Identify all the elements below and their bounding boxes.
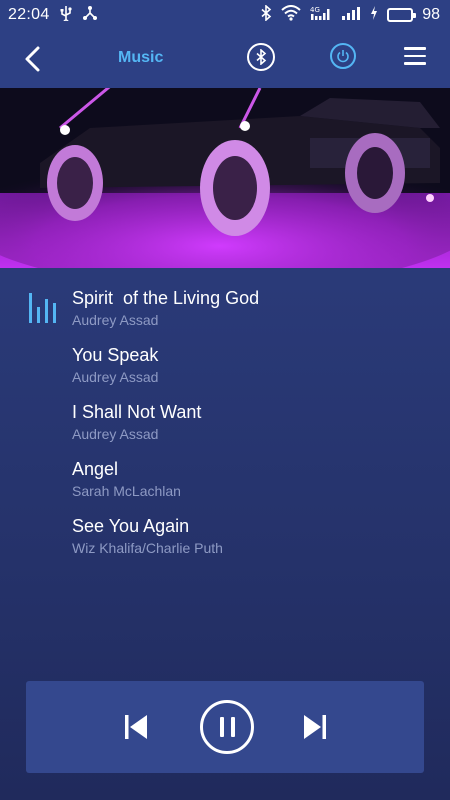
song-item[interactable]: Angel Sarah McLachlan — [0, 456, 450, 513]
song-title: You Speak — [72, 345, 159, 365]
song-artist: Audrey Assad — [72, 312, 159, 328]
signal-icon — [341, 5, 361, 26]
power-button[interactable] — [330, 43, 356, 69]
4g-signal-icon: 4G — [310, 5, 332, 26]
song-title: I Shall Not Want — [72, 402, 202, 422]
battery-level: 98 — [422, 6, 440, 23]
bluetooth-button[interactable] — [247, 43, 275, 71]
menu-button[interactable] — [404, 47, 426, 67]
app-header: Music — [0, 30, 450, 88]
song-artist: Sarah McLachlan — [72, 483, 181, 499]
battery-group: 98 — [387, 6, 440, 24]
song-item[interactable]: See You Again Wiz Khalifa/Charlie Puth — [0, 513, 450, 570]
battery-icon — [387, 8, 417, 22]
pause-icon-bar — [230, 717, 235, 737]
status-left: 22:04 — [8, 5, 98, 26]
song-title: Spirit of the Living God — [72, 288, 260, 308]
next-icon — [304, 715, 326, 739]
usb-icon — [59, 5, 73, 26]
status-bar: 22:04 4G 98 — [0, 0, 450, 30]
song-artist: Audrey Assad — [72, 369, 159, 385]
back-icon — [25, 46, 40, 72]
menu-icon-line — [404, 47, 426, 50]
charging-icon — [370, 5, 378, 25]
share-icon — [82, 5, 98, 26]
status-right: 4G 98 — [260, 3, 440, 26]
power-icon — [337, 50, 349, 63]
song-item[interactable]: I Shall Not Want Audrey Assad — [0, 399, 450, 456]
page-title: Music — [118, 49, 164, 66]
back-button[interactable] — [20, 44, 46, 74]
wifi-icon — [281, 4, 301, 26]
previous-icon — [125, 715, 147, 739]
menu-icon-line — [404, 62, 426, 65]
bluetooth-icon — [256, 49, 267, 65]
status-time: 22:04 — [8, 6, 50, 23]
song-title: Angel — [72, 459, 119, 479]
song-title: See You Again — [72, 516, 190, 536]
banner-image — [0, 88, 450, 268]
song-item[interactable]: You Speak Audrey Assad — [0, 342, 450, 399]
player-controls — [26, 681, 424, 773]
song-item-now-playing[interactable]: Spirit of the Living God Audrey Assad — [0, 285, 450, 342]
song-artist: Wiz Khalifa/Charlie Puth — [72, 540, 223, 556]
equalizer-icon — [29, 293, 56, 323]
pause-icon-bar — [219, 717, 224, 737]
svg-text:4G: 4G — [310, 6, 320, 14]
next-button[interactable] — [303, 714, 327, 740]
bluetooth-status-icon — [260, 3, 272, 26]
song-artist: Audrey Assad — [72, 426, 159, 442]
truck-underglow-image — [0, 88, 450, 268]
menu-icon-line — [404, 54, 426, 57]
previous-button[interactable] — [124, 714, 148, 740]
pause-button[interactable] — [200, 700, 254, 754]
song-list: Spirit of the Living God Audrey Assad Yo… — [0, 285, 450, 570]
